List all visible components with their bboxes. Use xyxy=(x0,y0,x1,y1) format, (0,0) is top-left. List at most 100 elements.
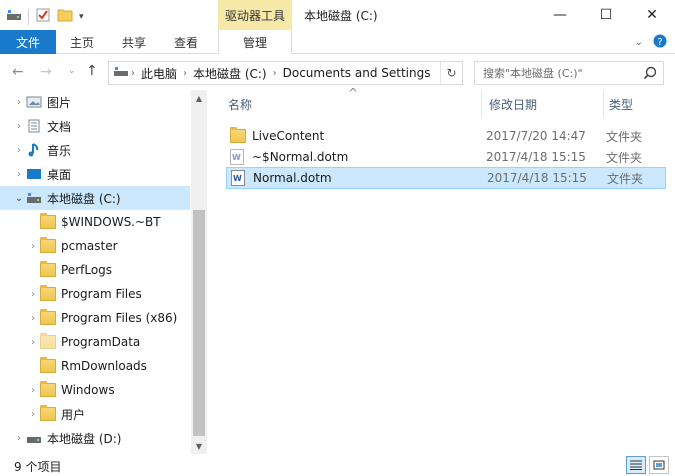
recent-locations-chevron-icon[interactable]: ⌄ xyxy=(68,66,76,76)
tab-manage[interactable]: 管理 xyxy=(218,30,292,55)
tree-item-perflogs[interactable]: PerfLogs xyxy=(0,258,190,282)
breadcrumb-documents-and-settings[interactable]: Documents and Settings xyxy=(279,66,435,80)
tab-home[interactable]: 主页 xyxy=(60,30,104,54)
scroll-down-arrow-icon[interactable]: ▼ xyxy=(191,438,207,454)
column-header-name[interactable]: 名称 xyxy=(228,90,478,118)
tree-item-programdata[interactable]: › ProgramData xyxy=(0,330,190,354)
breadcrumb-this-pc[interactable]: 此电脑 xyxy=(137,65,181,82)
file-modified: 2017/4/18 15:15 xyxy=(487,171,587,185)
window-title: 本地磁盘 (C:) xyxy=(304,9,378,23)
file-name: LiveContent xyxy=(252,129,325,143)
breadcrumb-separator-icon[interactable]: › xyxy=(271,68,279,79)
expand-chevron-icon[interactable]: › xyxy=(26,289,40,300)
file-list-pane: ^ 名称 修改日期 类型 LiveContent 2017/7/20 14:47… xyxy=(210,86,675,454)
scroll-up-arrow-icon[interactable]: ▲ xyxy=(191,90,207,106)
address-bar[interactable]: › 此电脑 › 本地磁盘 (C:) › Documents and Settin… xyxy=(108,61,463,85)
tree-item-label: 用户 xyxy=(61,407,86,422)
large-icons-view-icon xyxy=(653,460,665,470)
tree-item-label: $WINDOWS.~BT xyxy=(61,215,161,229)
folder-icon xyxy=(40,285,56,301)
documents-icon xyxy=(26,119,42,133)
new-folder-icon[interactable] xyxy=(57,8,73,25)
breadcrumb-local-disk-c[interactable]: 本地磁盘 (C:) xyxy=(189,65,271,82)
properties-check-icon[interactable] xyxy=(35,7,51,26)
music-icon xyxy=(26,143,42,157)
word-template-icon: W xyxy=(231,170,247,186)
expand-chevron-icon[interactable]: › xyxy=(26,409,40,420)
qat-divider xyxy=(28,8,29,25)
tree-item-desktop[interactable]: › 桌面 xyxy=(0,162,190,186)
close-button[interactable]: ✕ xyxy=(629,0,675,30)
expand-chevron-icon[interactable]: › xyxy=(26,337,40,348)
tree-item-windows-bt[interactable]: $WINDOWS.~BT xyxy=(0,210,190,234)
tree-item-label: RmDownloads xyxy=(61,359,147,373)
breadcrumb-separator-icon[interactable]: › xyxy=(181,68,189,79)
minimize-button[interactable]: — xyxy=(537,0,583,30)
file-modified: 2017/4/18 15:15 xyxy=(486,150,586,164)
file-row-livecontent[interactable]: LiveContent 2017/7/20 14:47 文件夹 xyxy=(226,125,666,147)
drive-icon[interactable] xyxy=(6,8,22,25)
tree-item-music[interactable]: › 音乐 xyxy=(0,138,190,162)
expand-chevron-icon[interactable]: › xyxy=(12,121,26,132)
tab-view[interactable]: 查看 xyxy=(164,30,208,54)
column-divider[interactable] xyxy=(481,90,482,118)
refresh-button[interactable]: ↻ xyxy=(440,62,462,84)
address-drive-icon xyxy=(113,66,129,81)
quick-access-toolbar: ▾ xyxy=(6,7,84,26)
search-input[interactable] xyxy=(475,66,635,80)
collapse-chevron-icon[interactable]: ⌄ xyxy=(12,193,26,204)
tree-item-local-disk-d[interactable]: › 本地磁盘 (D:) xyxy=(0,426,190,450)
column-header-modified[interactable]: 修改日期 xyxy=(489,90,599,118)
file-row-temp-normal-dotm[interactable]: W ~$Normal.dotm 2017/4/18 15:15 文件夹 xyxy=(226,146,666,168)
back-arrow-icon[interactable]: ← xyxy=(12,64,24,80)
expand-chevron-icon[interactable]: › xyxy=(12,145,26,156)
desktop-icon xyxy=(26,167,42,181)
word-template-icon: W xyxy=(230,149,246,165)
expand-chevron-icon[interactable]: › xyxy=(26,313,40,324)
navigation-pane-scrollbar[interactable]: ▲ ▼ xyxy=(191,90,207,454)
tree-item-users[interactable]: › 用户 xyxy=(0,402,190,426)
file-modified: 2017/7/20 14:47 xyxy=(486,129,586,143)
folder-icon xyxy=(40,405,56,421)
tree-item-label: 桌面 xyxy=(47,167,72,182)
breadcrumb-separator-icon[interactable]: › xyxy=(129,68,137,79)
up-arrow-icon[interactable]: ↑ xyxy=(86,63,98,79)
tree-item-local-disk-c[interactable]: ⌄ 本地磁盘 (C:) xyxy=(0,186,190,210)
expand-chevron-icon[interactable]: › xyxy=(12,169,26,180)
file-row-normal-dotm[interactable]: W Normal.dotm 2017/4/18 15:15 文件夹 xyxy=(226,167,666,189)
customize-qat-chevron-icon[interactable]: ▾ xyxy=(79,12,84,22)
file-name: Normal.dotm xyxy=(253,171,332,185)
tab-file[interactable]: 文件 xyxy=(0,30,56,54)
search-icon[interactable] xyxy=(643,66,657,83)
minimize-icon: — xyxy=(553,7,567,23)
large-icons-view-button[interactable] xyxy=(649,456,669,474)
tree-item-program-files-x86[interactable]: › Program Files (x86) xyxy=(0,306,190,330)
tree-item-pcmaster[interactable]: › pcmaster xyxy=(0,234,190,258)
tree-item-label: PerfLogs xyxy=(61,263,113,277)
file-type: 文件夹 xyxy=(606,150,643,165)
pictures-icon xyxy=(26,95,42,109)
details-view-icon xyxy=(630,460,642,470)
column-divider[interactable] xyxy=(603,90,604,118)
expand-chevron-icon[interactable]: › xyxy=(12,97,26,108)
folder-icon xyxy=(230,127,246,143)
scrollbar-thumb[interactable] xyxy=(193,210,205,436)
tab-share[interactable]: 共享 xyxy=(112,30,156,54)
help-icon[interactable]: ? xyxy=(653,34,667,51)
search-box[interactable] xyxy=(474,61,664,85)
tree-item-rmdownloads[interactable]: RmDownloads xyxy=(0,354,190,378)
column-header-type[interactable]: 类型 xyxy=(609,90,669,118)
tree-item-program-files[interactable]: › Program Files xyxy=(0,282,190,306)
tree-item-pictures[interactable]: › 图片 xyxy=(0,90,190,114)
expand-chevron-icon[interactable]: › xyxy=(26,385,40,396)
folder-icon xyxy=(40,237,56,253)
expand-chevron-icon[interactable]: › xyxy=(12,433,26,444)
expand-chevron-icon[interactable]: › xyxy=(26,241,40,252)
forward-arrow-icon[interactable]: → xyxy=(40,64,52,80)
expand-ribbon-chevron-icon[interactable]: ⌄ xyxy=(635,37,643,48)
maximize-button[interactable]: ☐ xyxy=(583,0,629,30)
tree-item-windows[interactable]: › Windows xyxy=(0,378,190,402)
folder-icon xyxy=(40,381,56,397)
tree-item-documents[interactable]: › 文档 xyxy=(0,114,190,138)
details-view-button[interactable] xyxy=(626,456,646,474)
